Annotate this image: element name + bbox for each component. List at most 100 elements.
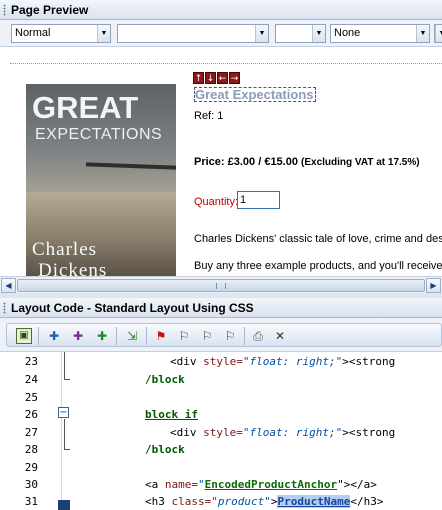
- code-line-29: 29: [0, 459, 442, 476]
- fold-guide-end: [64, 379, 70, 380]
- product-name[interactable]: Great Expectations: [194, 87, 316, 102]
- code-line-27: 27 <div style="float: right;"><strong: [0, 424, 442, 441]
- code-line-25: 25: [0, 389, 442, 406]
- horizontal-scrollbar[interactable]: ◀ ▶: [0, 276, 442, 293]
- insert-field-icon[interactable]: ⇲: [124, 328, 140, 344]
- cover-pier: [85, 162, 176, 170]
- product-price: Price: £3.00 / €15.00 (Excluding VAT at …: [194, 156, 420, 168]
- toolbar-separator: [244, 327, 245, 345]
- toolbar-separator: [38, 327, 39, 345]
- arrow-down-icon[interactable]: ↓: [205, 72, 216, 84]
- thumb-grip: [216, 283, 226, 289]
- code-line-30: 30 <a name="EncodedProductAnchor"></a>: [0, 476, 442, 493]
- code-text: <div style="float: right;"><strong: [170, 424, 395, 441]
- arrow-left-icon[interactable]: ←: [217, 72, 228, 84]
- line-number: 23: [24, 355, 38, 368]
- layout-code-header: Layout Code - Standard Layout Using CSS: [0, 298, 442, 318]
- code-tag: </h3>: [350, 495, 384, 508]
- fold-guide: [64, 419, 65, 449]
- page-preview-area: GREAT EXPECTATIONS Charles Dickens ↑ ↓ ←…: [0, 48, 442, 276]
- line-number: 25: [24, 391, 38, 404]
- chevron-down-icon[interactable]: ▼: [416, 25, 429, 42]
- toolbar-separator: [146, 327, 147, 345]
- line-number: 28: [24, 443, 38, 456]
- chevron-down-icon[interactable]: ▼: [312, 25, 325, 42]
- fold-marker[interactable]: [58, 500, 70, 510]
- chevron-down-icon[interactable]: ▼: [97, 25, 110, 42]
- code-string: "float: right;": [242, 355, 343, 368]
- add-green-icon[interactable]: ✚: [94, 328, 110, 344]
- cover-title-line2: EXPECTATIONS: [35, 126, 163, 143]
- code-tag: <h3: [145, 495, 172, 508]
- collapse-icon[interactable]: −: [58, 407, 69, 418]
- size-select[interactable]: ▼: [275, 24, 326, 43]
- product-image: GREAT EXPECTATIONS Charles Dickens: [26, 84, 176, 276]
- code-text: <h3 class="product">ProductName</h3>: [145, 493, 383, 510]
- format-toolbar: Normal ▼ ▼ ▼ None ▼ ▼: [0, 20, 442, 47]
- code-attr: style=: [203, 355, 243, 368]
- overflow-select[interactable]: ▼: [434, 24, 442, 43]
- code-editor[interactable]: 23 <div style="float: right;"><strong 24…: [0, 352, 442, 510]
- code-tag: "></a>: [337, 478, 377, 491]
- product-description: Charles Dickens' classic tale of love, c…: [194, 233, 442, 245]
- flag-red-icon[interactable]: ⚑: [153, 328, 169, 344]
- tools-icon[interactable]: ✕: [272, 328, 288, 344]
- code-text: <div style="float: right;"><strong: [170, 353, 395, 370]
- format-select-value: Normal: [15, 27, 51, 39]
- fold-guide-end: [64, 449, 70, 450]
- panel-grip-icon[interactable]: [3, 302, 6, 314]
- scroll-left-icon[interactable]: ◀: [1, 278, 16, 293]
- page-preview-header: Page Preview: [0, 0, 442, 20]
- line-number: 26: [24, 408, 38, 421]
- print-icon[interactable]: ⎙: [250, 328, 266, 344]
- price-value: Price: £3.00 / €15.00: [194, 156, 298, 168]
- code-attr: style=: [203, 426, 243, 439]
- font-select[interactable]: ▼: [117, 24, 269, 43]
- quantity-input[interactable]: 1: [237, 191, 280, 209]
- arrow-right-icon[interactable]: →: [229, 72, 240, 84]
- code-tag: <div: [170, 355, 204, 368]
- code-text: <a name="EncodedProductAnchor"></a>: [145, 476, 377, 493]
- layout-code-title: Layout Code - Standard Layout Using CSS: [11, 301, 254, 315]
- scroll-right-icon[interactable]: ▶: [426, 278, 441, 293]
- flag-prev-icon[interactable]: ⚐: [199, 328, 215, 344]
- line-number: 29: [24, 461, 38, 474]
- code-tag: ><strong: [342, 355, 396, 368]
- format-select[interactable]: Normal ▼: [11, 24, 111, 43]
- flag-next-icon[interactable]: ⚐: [176, 328, 192, 344]
- arrow-up-icon[interactable]: ↑: [193, 72, 204, 84]
- dotted-divider: [10, 63, 442, 64]
- code-keyword: /block: [145, 373, 185, 386]
- product-ref: Ref: 1: [194, 110, 224, 122]
- fold-guide: [64, 352, 65, 379]
- product-offer: Buy any three example products, and you'…: [194, 260, 442, 272]
- flag-clear-icon[interactable]: ⚐: [222, 328, 238, 344]
- add-alt-icon[interactable]: ✚: [70, 328, 86, 344]
- line-number: 27: [24, 426, 38, 439]
- line-number: 31: [24, 495, 38, 508]
- cover-author-line1: Charles: [32, 239, 98, 260]
- scrollbar-thumb[interactable]: [17, 279, 425, 292]
- style-select-value: None: [334, 27, 361, 39]
- code-tag: <div: [170, 426, 204, 439]
- add-icon[interactable]: ✚: [46, 328, 62, 344]
- vat-note: (Excluding VAT at 17.5%): [301, 157, 420, 168]
- code-field-reference[interactable]: ProductName: [277, 495, 351, 508]
- quantity-label: Quantity:: [194, 196, 239, 208]
- style-select[interactable]: None ▼: [330, 24, 430, 43]
- code-string: "product": [211, 495, 271, 508]
- code-attr: class=: [171, 495, 212, 508]
- design-view-icon[interactable]: ▣: [16, 328, 32, 344]
- code-string: ": [198, 478, 205, 491]
- chevron-down-icon[interactable]: ▼: [255, 25, 268, 42]
- code-string: "float: right;": [242, 426, 343, 439]
- move-arrows: ↑ ↓ ← →: [193, 72, 240, 85]
- code-keyword: block if: [145, 408, 198, 421]
- cover-author-line2: Dickens: [38, 260, 108, 276]
- chevron-down-icon[interactable]: ▼: [435, 25, 442, 42]
- line-number: 30: [24, 478, 38, 491]
- code-tag: <a: [145, 478, 165, 491]
- panel-grip-icon[interactable]: [3, 4, 6, 16]
- code-field-reference[interactable]: EncodedProductAnchor: [205, 478, 337, 491]
- page-preview-title: Page Preview: [11, 3, 89, 17]
